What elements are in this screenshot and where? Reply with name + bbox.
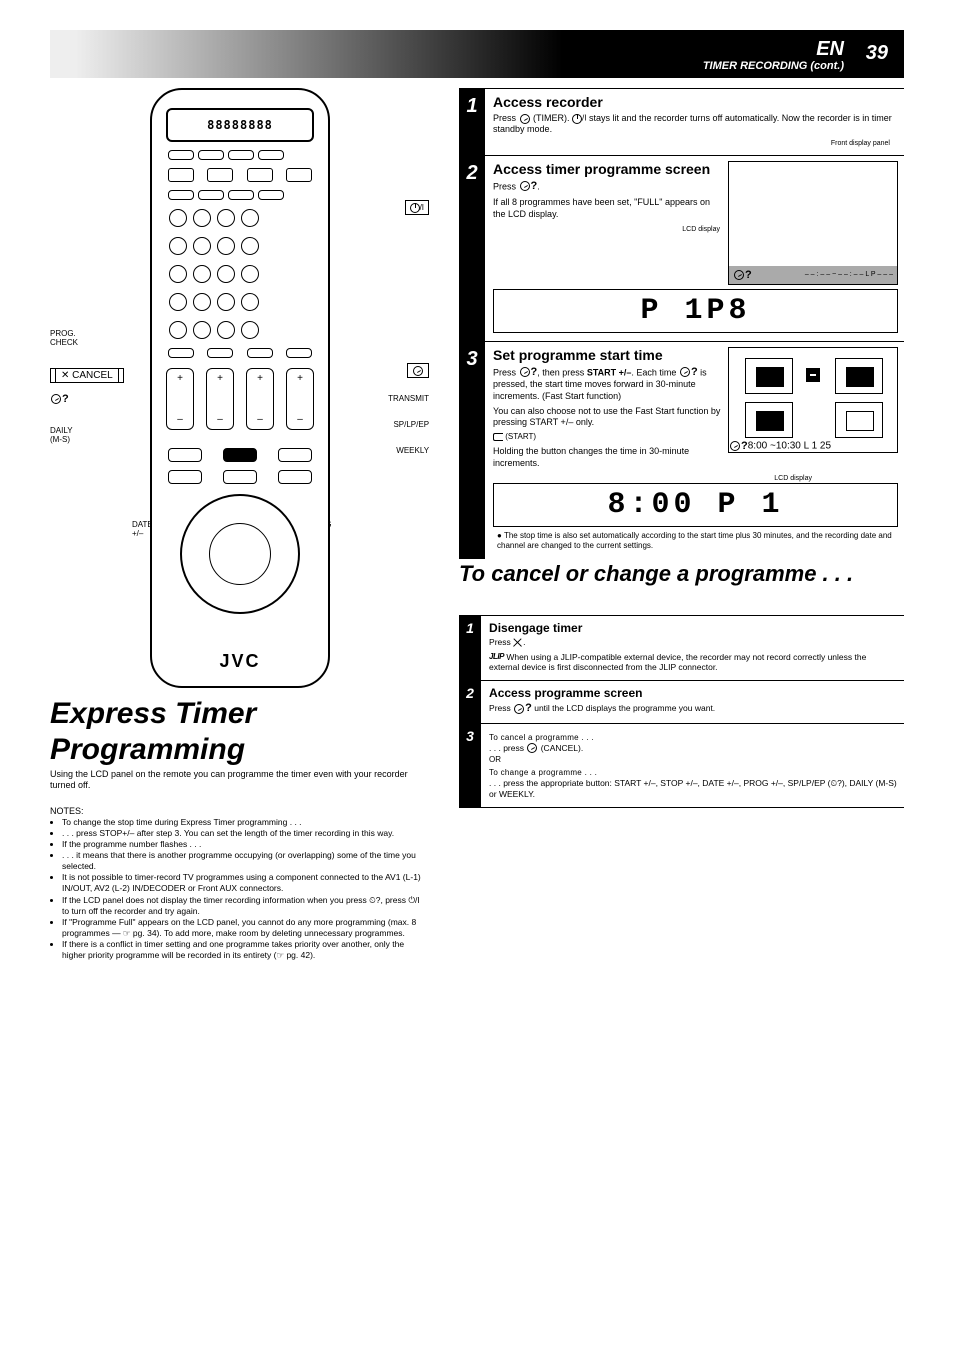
step-2: 2 ?– – : – – ~ – – : – – L P – – – Acces… <box>459 155 904 341</box>
note-item: If the LCD panel does not display the ti… <box>62 895 429 917</box>
header-section: EN TIMER RECORDING (cont.) <box>703 38 844 72</box>
callout-timer <box>407 363 429 378</box>
step-2-mini-screen: ?– – : – – ~ – – : – – L P – – – <box>728 161 898 285</box>
header-title: TIMER RECORDING (cont.) <box>703 60 844 72</box>
cc-cancel-label: To cancel a programme . . . <box>489 733 898 742</box>
jlip-icon: JLIP <box>489 652 504 662</box>
note-item: If "Programme Full" appears on the LCD p… <box>62 917 429 939</box>
callout-timer-q: ? <box>50 393 69 405</box>
timer-icon <box>520 181 530 191</box>
cancel-change-block: 1 Disengage timer Press . JLIP When usin… <box>459 615 904 808</box>
cc-step-1-body: Press . <box>489 637 898 648</box>
cc-step-1-title: Disengage timer <box>489 621 898 635</box>
timer-icon <box>514 704 524 714</box>
timer-icon <box>520 114 530 124</box>
remote-jog-disc <box>180 494 300 614</box>
callout-cancel-label: ✕ CANCEL <box>50 368 124 383</box>
callout-prog-check: PROG.CHECK <box>50 329 78 347</box>
step-1-number: 1 <box>459 89 485 155</box>
timer-icon <box>527 743 537 753</box>
page-title-line2: Programming <box>50 734 429 766</box>
cc-step-1: 1 Disengage timer Press . JLIP When usin… <box>459 616 904 681</box>
power-icon <box>572 114 582 124</box>
rocker-date: +– <box>166 368 194 430</box>
header-en: EN <box>816 38 844 60</box>
note-item: . . . press STOP+/– after step 3. You ca… <box>62 828 429 839</box>
note-item: . . . it means that there is another pro… <box>62 850 429 872</box>
callout-weekly: WEEKLY <box>396 446 429 455</box>
step-3-mini-screens: ?8:00 ~10:30 L 1 25 <box>728 347 898 453</box>
arrow-icon <box>806 368 820 382</box>
note-item: If the programme number flashes . . . <box>62 839 429 850</box>
note-item: If there is a conflict in timer setting … <box>62 939 429 961</box>
cc-step-2-title: Access programme screen <box>489 686 898 700</box>
cc-step-3-num: 3 <box>459 724 481 807</box>
cross-icon <box>513 638 523 648</box>
lcd-label: LCD display <box>493 475 898 482</box>
cc-or: OR <box>489 755 898 764</box>
cc-step-1-note: When using a JLIP-compatible external de… <box>489 652 866 673</box>
step-2-lcd: P 1P8 <box>493 289 898 333</box>
rocker-start: +– <box>206 368 234 430</box>
note-item: To change the stop time during Express T… <box>62 817 429 828</box>
step-1: 1 Access recorder Press (TIMER). /I stay… <box>459 88 904 155</box>
rocker-stop: +– <box>246 368 274 430</box>
step-3-number: 3 <box>459 342 485 559</box>
callout-power: /I <box>405 200 429 215</box>
question-icon: ? <box>531 180 538 194</box>
scr2-bar-right: – – : – – ~ – – : – – L P – – – <box>805 271 893 278</box>
header-band: EN TIMER RECORDING (cont.) 39 <box>50 30 904 78</box>
page-title-line1: Express Timer <box>50 698 429 730</box>
tab-icon <box>493 433 503 441</box>
remote-illustration: /I ✕ CANCEL PROG.CHECK ? TRANSMIT SP/LP/… <box>50 88 429 698</box>
step-3-bullet: ● The stop time is also set automaticall… <box>493 531 898 551</box>
front-panel-label: Front display panel <box>493 140 898 147</box>
note-item: It is not possible to timer-record TV pr… <box>62 872 429 894</box>
cc-step-2-num: 2 <box>459 681 481 723</box>
cc-step-2: 2 Access programme screen Press ? until … <box>459 681 904 724</box>
notes-heading: NOTES: <box>50 806 429 818</box>
rocker-prog: +– <box>286 368 314 430</box>
step-3: 3 ?8:00 ~10:30 L 1 25 Set programme star… <box>459 341 904 559</box>
scr3-bar-right: 8:00 ~10:30 L 1 25 <box>748 440 831 451</box>
cancel-icon: ✕ CANCEL <box>55 368 119 383</box>
step-2-number: 2 <box>459 156 485 341</box>
cc-step-2-body: Press ? until the LCD displays the progr… <box>489 702 898 716</box>
callout-transmit: TRANSMIT <box>388 394 429 403</box>
remote-body: +– +– +– +– JVC <box>150 88 330 688</box>
step-3-tab-label: (START) <box>505 432 536 441</box>
step-1-body: Press (TIMER). /I stays lit and the reco… <box>493 113 898 136</box>
notes-block: NOTES: To change the stop time during Ex… <box>50 806 429 961</box>
callout-spep: SP/LP/EP <box>393 420 429 429</box>
cc-section-title: To cancel or change a programme . . . <box>459 561 904 587</box>
brand-logo: JVC <box>152 651 328 672</box>
timer-icon <box>520 367 530 377</box>
cc-change-label: To change a programme . . . <box>489 768 898 777</box>
cc-change-body: . . . press the appropriate button: STAR… <box>489 778 898 799</box>
cc-cancel-body: . . . press (CANCEL). <box>489 743 898 754</box>
step-1-title: Access recorder <box>493 94 898 110</box>
question-icon: ? <box>531 366 538 380</box>
cc-step-1-num: 1 <box>459 616 481 680</box>
step-3-lcd: 8:00 P 1 <box>493 483 898 527</box>
callout-daily: DAILY(M-S) <box>50 426 73 444</box>
page-subtitle: Using the LCD panel on the remote you ca… <box>50 769 429 792</box>
question-icon: ? <box>525 702 532 716</box>
page-number: 39 <box>866 42 888 65</box>
cc-step-3: 3 To cancel a programme . . . . . . pres… <box>459 724 904 808</box>
remote-lcd <box>166 108 314 142</box>
